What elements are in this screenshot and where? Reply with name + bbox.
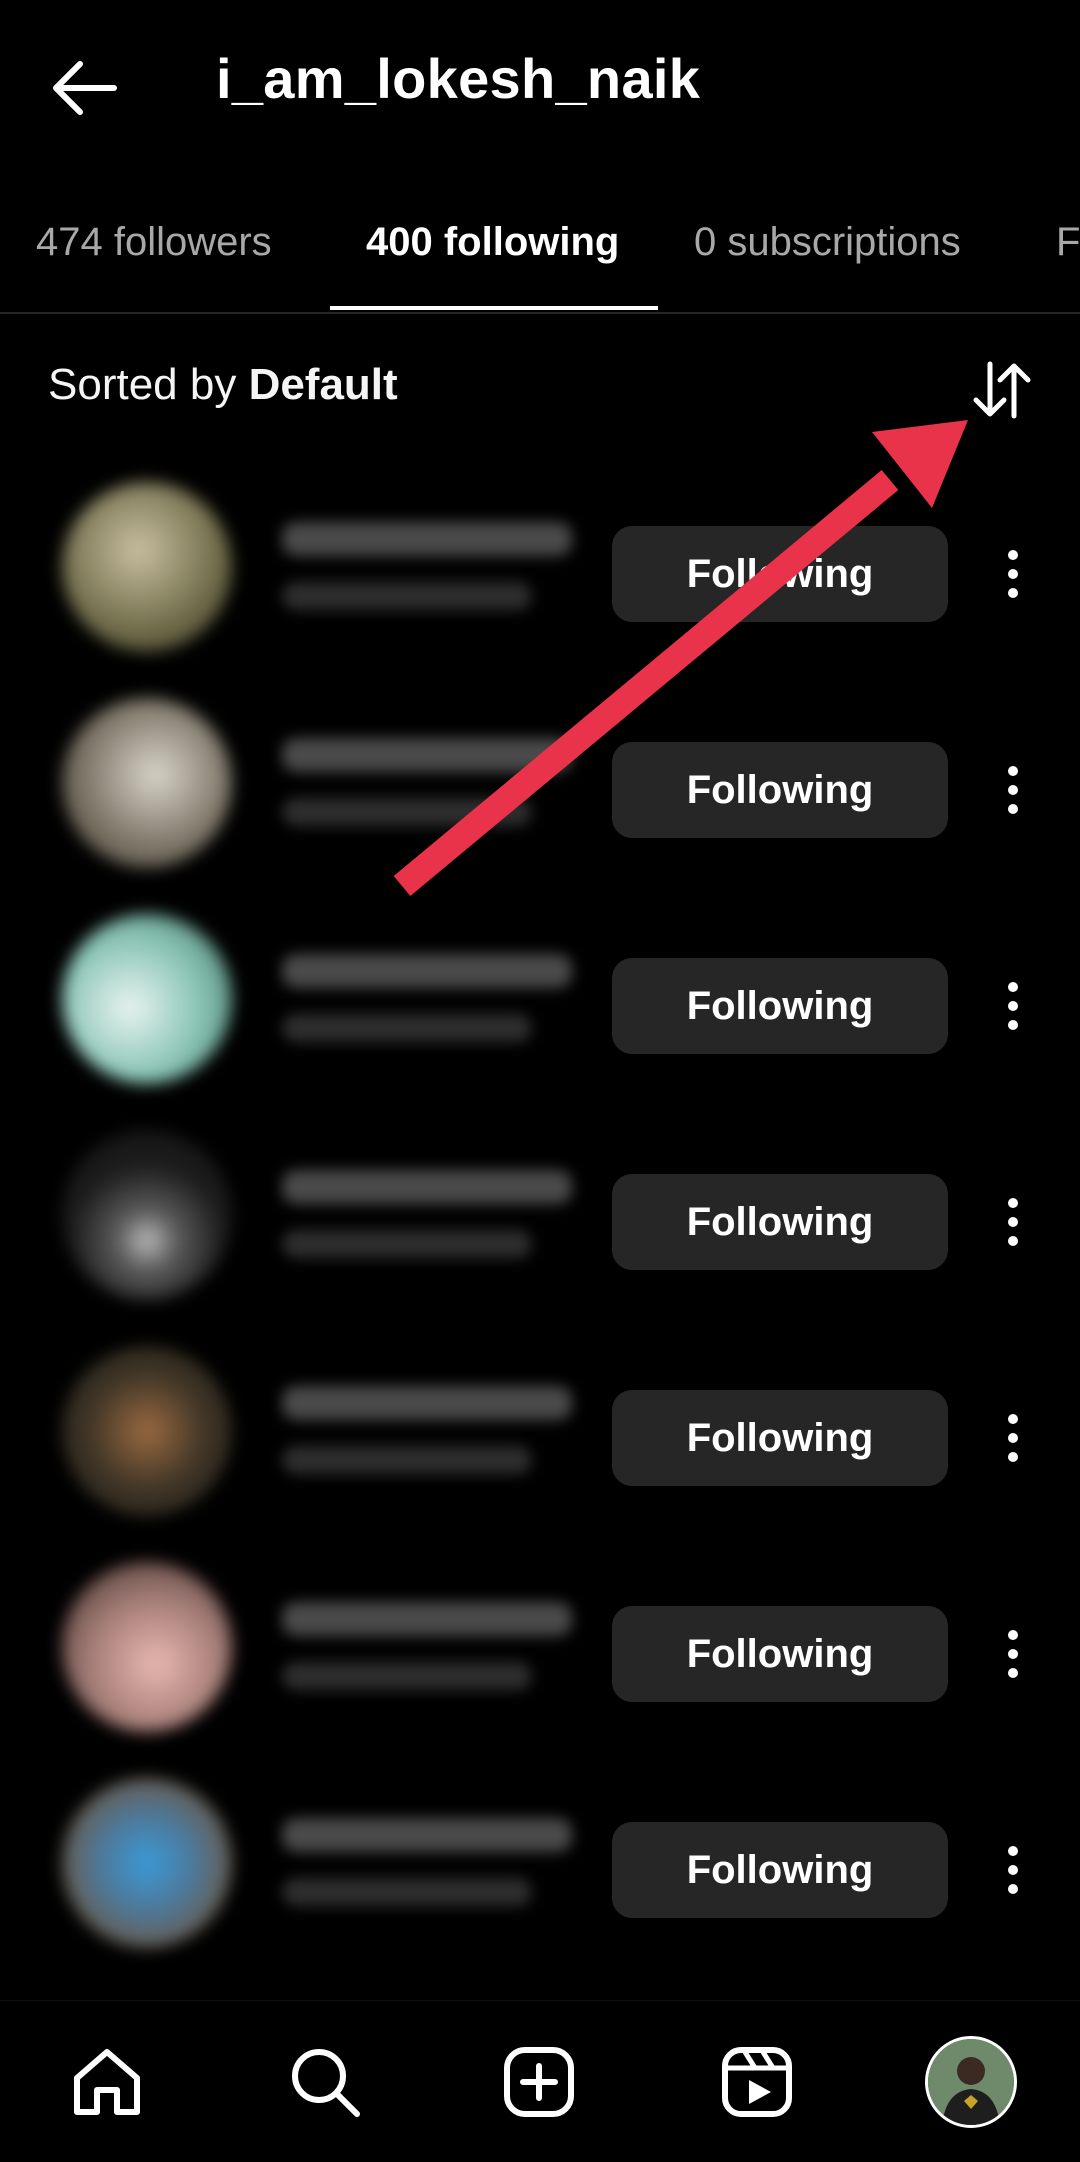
tab-more[interactable]: F xyxy=(1056,220,1080,265)
username-placeholder xyxy=(282,1602,572,1636)
top-bar: i_am_lokesh_naik xyxy=(0,0,1080,165)
following-button[interactable]: Following xyxy=(612,526,948,622)
nav-home[interactable] xyxy=(60,2035,154,2129)
avatar[interactable] xyxy=(62,1778,232,1948)
tab-following[interactable]: 400 following xyxy=(366,220,619,265)
list-item: Following xyxy=(0,1118,1080,1334)
list-item: Following xyxy=(0,470,1080,686)
fullname-placeholder xyxy=(282,1230,532,1258)
following-button[interactable]: Following xyxy=(612,958,948,1054)
avatar[interactable] xyxy=(62,698,232,868)
search-icon xyxy=(292,2049,360,2117)
username-placeholder xyxy=(282,1818,572,1852)
tab-bar: 474 followers 400 following 0 subscripti… xyxy=(0,200,1080,314)
username-placeholder xyxy=(282,738,572,772)
fullname-placeholder xyxy=(282,798,532,826)
fullname-placeholder xyxy=(282,1446,532,1474)
avatar[interactable] xyxy=(62,1346,232,1516)
profile-avatar-icon xyxy=(925,2036,1017,2128)
more-vertical-icon xyxy=(1008,982,1018,1030)
more-options-button[interactable] xyxy=(986,534,1040,614)
more-vertical-icon xyxy=(1008,1414,1018,1462)
fullname-placeholder xyxy=(282,1878,532,1906)
following-button[interactable]: Following xyxy=(612,1822,948,1918)
more-vertical-icon xyxy=(1008,1198,1018,1246)
more-options-button[interactable] xyxy=(986,1830,1040,1910)
list-item: Following xyxy=(0,1766,1080,1982)
more-vertical-icon xyxy=(1008,766,1018,814)
nav-profile[interactable] xyxy=(924,2035,1018,2129)
following-button[interactable]: Following xyxy=(612,1174,948,1270)
more-vertical-icon xyxy=(1008,1630,1018,1678)
list-item: Following xyxy=(0,902,1080,1118)
more-options-button[interactable] xyxy=(986,966,1040,1046)
page-title: i_am_lokesh_naik xyxy=(216,47,701,110)
back-button[interactable] xyxy=(48,52,120,124)
sort-prefix: Sorted by xyxy=(48,360,249,409)
sort-bar: Sorted by Default xyxy=(0,350,1080,422)
create-post-icon xyxy=(504,2047,574,2117)
more-options-button[interactable] xyxy=(986,750,1040,830)
arrow-left-icon xyxy=(53,61,117,115)
fullname-placeholder xyxy=(282,1014,532,1042)
fullname-placeholder xyxy=(282,582,532,610)
tab-subscriptions[interactable]: 0 subscriptions xyxy=(694,220,961,265)
nav-search[interactable] xyxy=(278,2035,372,2129)
more-options-button[interactable] xyxy=(986,1614,1040,1694)
nav-reels[interactable] xyxy=(710,2035,804,2129)
username-placeholder xyxy=(282,1170,572,1204)
sort-value: Default xyxy=(248,360,398,409)
sort-button[interactable] xyxy=(962,350,1042,430)
username-placeholder xyxy=(282,954,572,988)
more-vertical-icon xyxy=(1008,550,1018,598)
bottom-nav xyxy=(0,2000,1080,2162)
following-button[interactable]: Following xyxy=(612,1606,948,1702)
avatar[interactable] xyxy=(62,914,232,1084)
more-options-button[interactable] xyxy=(986,1182,1040,1262)
username-placeholder xyxy=(282,1386,572,1420)
more-options-button[interactable] xyxy=(986,1398,1040,1478)
following-button[interactable]: Following xyxy=(612,742,948,838)
sort-arrows-icon xyxy=(973,361,1031,419)
nav-create[interactable] xyxy=(492,2035,586,2129)
avatar[interactable] xyxy=(62,482,232,652)
following-button[interactable]: Following xyxy=(612,1390,948,1486)
more-vertical-icon xyxy=(1008,1846,1018,1894)
avatar[interactable] xyxy=(62,1562,232,1732)
username-placeholder xyxy=(282,522,572,556)
home-icon xyxy=(74,2049,140,2115)
reels-icon xyxy=(722,2047,792,2117)
list-item: Following xyxy=(0,1550,1080,1766)
sort-label: Sorted by Default xyxy=(48,360,398,410)
list-item: Following xyxy=(0,1334,1080,1550)
fullname-placeholder xyxy=(282,1662,532,1690)
list-item: Following xyxy=(0,686,1080,902)
tab-followers[interactable]: 474 followers xyxy=(36,220,272,265)
active-tab-indicator xyxy=(330,306,658,310)
avatar[interactable] xyxy=(62,1130,232,1300)
